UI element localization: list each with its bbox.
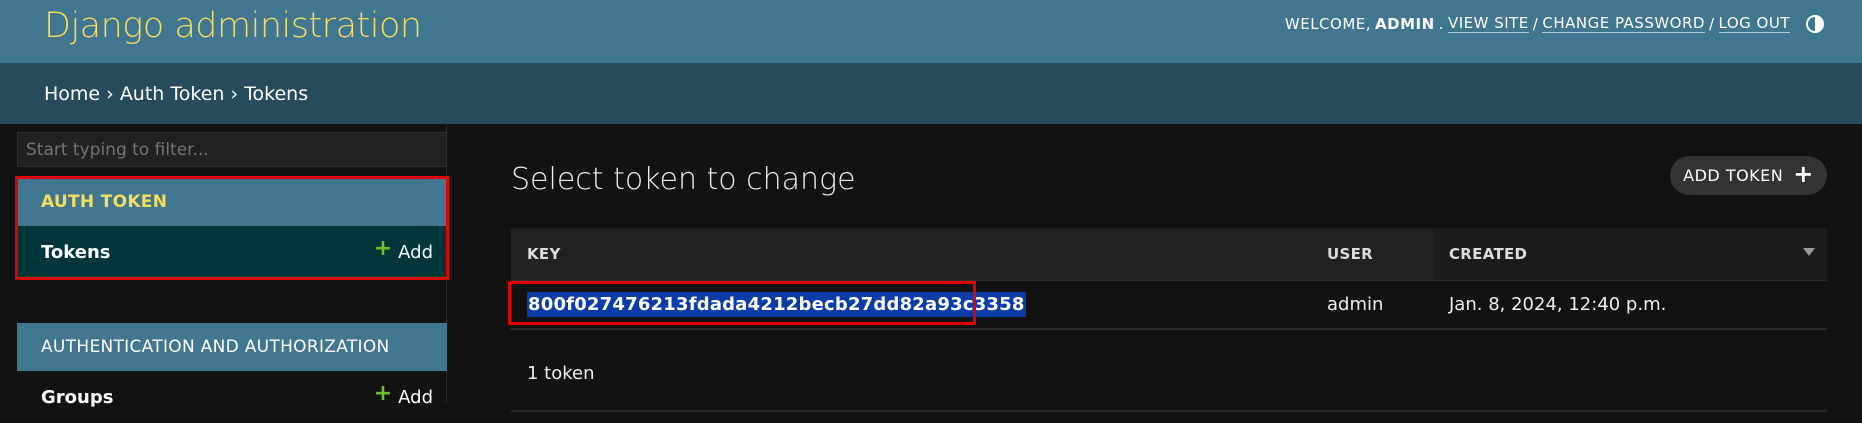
site-title[interactable]: Django administration — [44, 6, 422, 46]
separator: / — [1532, 14, 1539, 33]
cell-user: admin — [1311, 280, 1433, 330]
breadcrumb: Home › Auth Token › Tokens — [0, 63, 1862, 124]
nav-filter-input[interactable] — [17, 132, 447, 167]
created-label: CREATED — [1449, 244, 1528, 263]
breadcrumb-separator: › — [230, 83, 239, 105]
view-site-link[interactable]: VIEW SITE — [1447, 14, 1529, 33]
theme-toggle-icon[interactable] — [1806, 14, 1824, 33]
app-authentication: AUTHENTICATION AND AUTHORIZATION Groups … — [17, 323, 447, 423]
sidebar: AUTH TOKEN Tokens +Add AUTHENTICATION AN… — [0, 124, 449, 408]
log-out-link[interactable]: LOG OUT — [1718, 14, 1790, 33]
change-password-link[interactable]: CHANGE PASSWORD — [1542, 14, 1705, 33]
header: Django administration WELCOME, ADMIN. VI… — [0, 0, 1862, 63]
user-tools: WELCOME, ADMIN. VIEW SITE / CHANGE PASSW… — [1285, 14, 1824, 33]
column-header-key[interactable]: KEY — [511, 228, 1311, 281]
cell-created: Jan. 8, 2024, 12:40 p.m. — [1433, 280, 1827, 330]
breadcrumb-tokens: Tokens — [244, 83, 309, 105]
column-header-created[interactable]: CREATED — [1433, 228, 1827, 281]
content: Select token to change ADD TOKEN + KEY US… — [448, 124, 1862, 412]
page-title: Select token to change — [511, 162, 856, 197]
plus-icon: + — [1793, 159, 1814, 188]
separator: / — [1708, 14, 1715, 33]
model-link-groups[interactable]: Groups — [41, 387, 113, 408]
add-label: Add — [398, 386, 433, 408]
welcome-text: WELCOME, — [1284, 14, 1372, 33]
highlight-box — [15, 176, 449, 280]
highlight-box — [508, 281, 976, 325]
breadcrumb-auth-token[interactable]: Auth Token — [120, 83, 225, 105]
breadcrumb-separator: › — [106, 83, 114, 105]
column-header-user[interactable]: USER — [1311, 228, 1433, 281]
breadcrumb-home[interactable]: Home — [44, 83, 100, 105]
model-row-groups: Groups + Add — [17, 371, 447, 423]
add-token-label: ADD TOKEN — [1683, 166, 1784, 185]
sort-descending-icon[interactable] — [1803, 248, 1815, 256]
app-caption-authentication[interactable]: AUTHENTICATION AND AUTHORIZATION — [17, 323, 447, 371]
paginator: 1 token — [511, 346, 1827, 412]
username: ADMIN — [1375, 14, 1435, 33]
add-token-button[interactable]: ADD TOKEN + — [1670, 156, 1827, 195]
add-group-link[interactable]: + Add — [374, 383, 433, 408]
